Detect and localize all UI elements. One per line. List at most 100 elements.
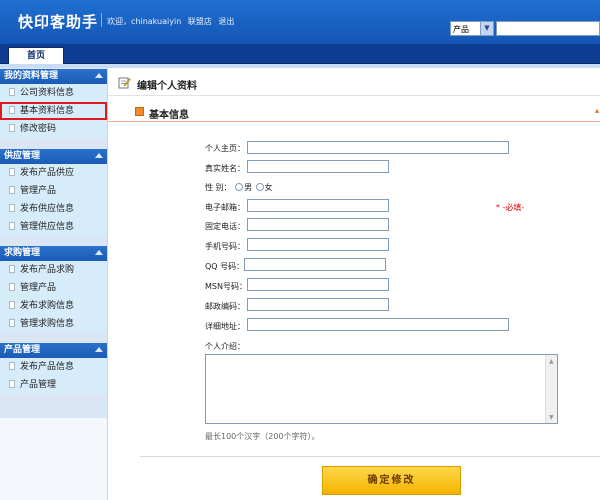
sidebar-item-label: 发布产品信息 bbox=[20, 362, 75, 372]
page-title-bar: 编辑个人资料 bbox=[108, 68, 600, 96]
zip-label: 邮政编码： bbox=[205, 302, 245, 311]
gender-male-label: 男 bbox=[244, 183, 253, 192]
phone-label: 固定电话： bbox=[205, 222, 245, 231]
sidebar-section-header[interactable]: 我的资料管理 bbox=[0, 69, 107, 84]
sidebar-filler bbox=[0, 418, 107, 500]
search-category-select[interactable]: 产品 ▼ bbox=[450, 21, 494, 36]
sidebar-item-manage-purchase-info[interactable]: 管理求购信息 bbox=[0, 315, 107, 333]
sidebar-item-basic-info[interactable]: 基本资料信息 bbox=[0, 102, 107, 120]
main-nav: 首页 bbox=[0, 44, 600, 65]
document-icon bbox=[9, 319, 15, 327]
sidebar-item-label: 发布供应信息 bbox=[20, 204, 75, 214]
intro-hint: 最长100个汉字（200个字符）。 bbox=[205, 432, 320, 441]
sidebar-section-header[interactable]: 产品管理 bbox=[0, 343, 107, 358]
alliance-link[interactable]: 联盟店 bbox=[188, 17, 212, 26]
sidebar-item-manage-products[interactable]: 管理产品 bbox=[0, 279, 107, 297]
document-icon bbox=[9, 301, 15, 309]
document-icon bbox=[9, 124, 15, 132]
sidebar-item-publish-supply-info[interactable]: 发布供应信息 bbox=[0, 200, 107, 218]
chevron-down-icon[interactable]: ▼ bbox=[480, 22, 493, 35]
scroll-up-icon[interactable]: ▲ bbox=[549, 358, 554, 365]
form-divider bbox=[140, 456, 600, 457]
main-content: 编辑个人资料 基本信息 ▴ 个人主页： 真实姓名： 性 别： 男 女 电子邮箱：… bbox=[107, 68, 600, 500]
sidebar-section-header[interactable]: 供应管理 bbox=[0, 149, 107, 164]
phone-input[interactable] bbox=[247, 218, 389, 231]
collapse-icon[interactable] bbox=[95, 250, 103, 255]
document-icon bbox=[9, 186, 15, 194]
app-logo[interactable]: 快印客助手 bbox=[18, 11, 98, 32]
sidebar-item-manage-products[interactable]: 管理产品 bbox=[0, 182, 107, 200]
sidebar-item-label: 公司资料信息 bbox=[20, 88, 75, 98]
sidebar-item-label: 发布产品供应 bbox=[20, 168, 75, 178]
sidebar-item-publish-product-info[interactable]: 发布产品信息 bbox=[0, 358, 107, 376]
search-category-value: 产品 bbox=[453, 25, 469, 34]
sidebar-item-publish-purchase-product[interactable]: 发布产品求购 bbox=[0, 261, 107, 279]
address-label: 详细地址： bbox=[205, 322, 245, 331]
sidebar-item-label: 发布产品求购 bbox=[20, 265, 75, 275]
sidebar-section-purchase: 求购管理 发布产品求购 管理产品 发布求购信息 管理求购信息 bbox=[0, 246, 107, 333]
document-icon bbox=[9, 204, 15, 212]
sidebar-item-product-management[interactable]: 产品管理 bbox=[0, 376, 107, 394]
document-icon bbox=[9, 88, 15, 96]
qq-label: QQ 号码： bbox=[205, 262, 245, 271]
sidebar-item-label: 管理供应信息 bbox=[20, 222, 75, 232]
scroll-down-icon[interactable]: ▼ bbox=[549, 414, 554, 421]
textarea-scrollbar[interactable]: ▲ ▼ bbox=[545, 355, 557, 423]
section-bullet-icon bbox=[135, 107, 144, 116]
sidebar-section-title: 产品管理 bbox=[4, 345, 41, 355]
zip-input[interactable] bbox=[247, 298, 389, 311]
intro-textarea[interactable]: ▲ ▼ bbox=[205, 354, 558, 424]
msn-input[interactable] bbox=[247, 278, 389, 291]
section-title: 基本信息 bbox=[149, 110, 189, 121]
welcome-bar: 欢迎，chinakuaiyin 联盟店 退出 bbox=[107, 16, 238, 27]
sidebar-item-label: 管理求购信息 bbox=[20, 319, 75, 329]
collapse-icon[interactable] bbox=[95, 153, 103, 158]
logo-divider bbox=[101, 13, 102, 27]
sidebar-item-label: 发布求购信息 bbox=[20, 301, 75, 311]
sidebar-item-company-info[interactable]: 公司资料信息 bbox=[0, 84, 107, 102]
document-icon bbox=[9, 283, 15, 291]
email-field[interactable] bbox=[247, 199, 389, 212]
collapse-icon[interactable] bbox=[95, 73, 103, 78]
msn-label: MSN号码： bbox=[205, 282, 247, 291]
tab-home[interactable]: 首页 bbox=[8, 47, 64, 65]
mobile-input[interactable] bbox=[247, 238, 389, 251]
sidebar-section-profile: 我的资料管理 公司资料信息 基本资料信息 修改密码 bbox=[0, 69, 107, 138]
sidebar-item-publish-purchase-info[interactable]: 发布求购信息 bbox=[0, 297, 107, 315]
section-header: 基本信息 ▴ bbox=[108, 102, 600, 122]
welcome-text: 欢迎，chinakuaiyin bbox=[107, 17, 182, 26]
sidebar-item-label: 管理产品 bbox=[20, 186, 57, 196]
intro-label: 个人介绍： bbox=[205, 342, 245, 351]
realname-label: 真实姓名： bbox=[205, 164, 245, 173]
gender-male-radio[interactable] bbox=[235, 183, 244, 191]
page-title: 编辑个人资料 bbox=[137, 81, 197, 92]
gender-label: 性 别： bbox=[205, 183, 232, 192]
qq-input[interactable] bbox=[244, 258, 386, 271]
sidebar-item-publish-supply-product[interactable]: 发布产品供应 bbox=[0, 164, 107, 182]
sidebar-section-title: 我的资料管理 bbox=[4, 71, 59, 81]
address-input[interactable] bbox=[247, 318, 509, 331]
document-icon bbox=[9, 362, 15, 370]
document-icon bbox=[9, 106, 15, 114]
submit-button[interactable]: 确定修改 bbox=[322, 466, 461, 495]
homepage-input[interactable] bbox=[247, 141, 509, 154]
sidebar-item-change-password[interactable]: 修改密码 bbox=[0, 120, 107, 138]
document-icon bbox=[9, 265, 15, 273]
collapse-icon[interactable] bbox=[95, 347, 103, 352]
realname-input[interactable] bbox=[247, 160, 389, 173]
sidebar-item-label: 基本资料信息 bbox=[20, 106, 75, 116]
gender-female-label: 女 bbox=[264, 183, 273, 192]
sidebar-section-title: 供应管理 bbox=[4, 151, 41, 161]
gender-female-radio[interactable] bbox=[255, 183, 264, 191]
collapse-icon[interactable]: ▴ bbox=[595, 106, 599, 115]
logout-link[interactable]: 退出 bbox=[218, 17, 234, 26]
sidebar-section-supply: 供应管理 发布产品供应 管理产品 发布供应信息 管理供应信息 bbox=[0, 149, 107, 236]
document-icon bbox=[9, 168, 15, 176]
search-input[interactable] bbox=[496, 21, 600, 36]
sidebar-item-manage-supply-info[interactable]: 管理供应信息 bbox=[0, 218, 107, 236]
document-icon bbox=[9, 222, 15, 230]
document-icon bbox=[9, 380, 15, 388]
sidebar-section-header[interactable]: 求购管理 bbox=[0, 246, 107, 261]
homepage-label: 个人主页： bbox=[205, 144, 245, 153]
gender-row: 性 别： 男 女 bbox=[205, 182, 273, 193]
